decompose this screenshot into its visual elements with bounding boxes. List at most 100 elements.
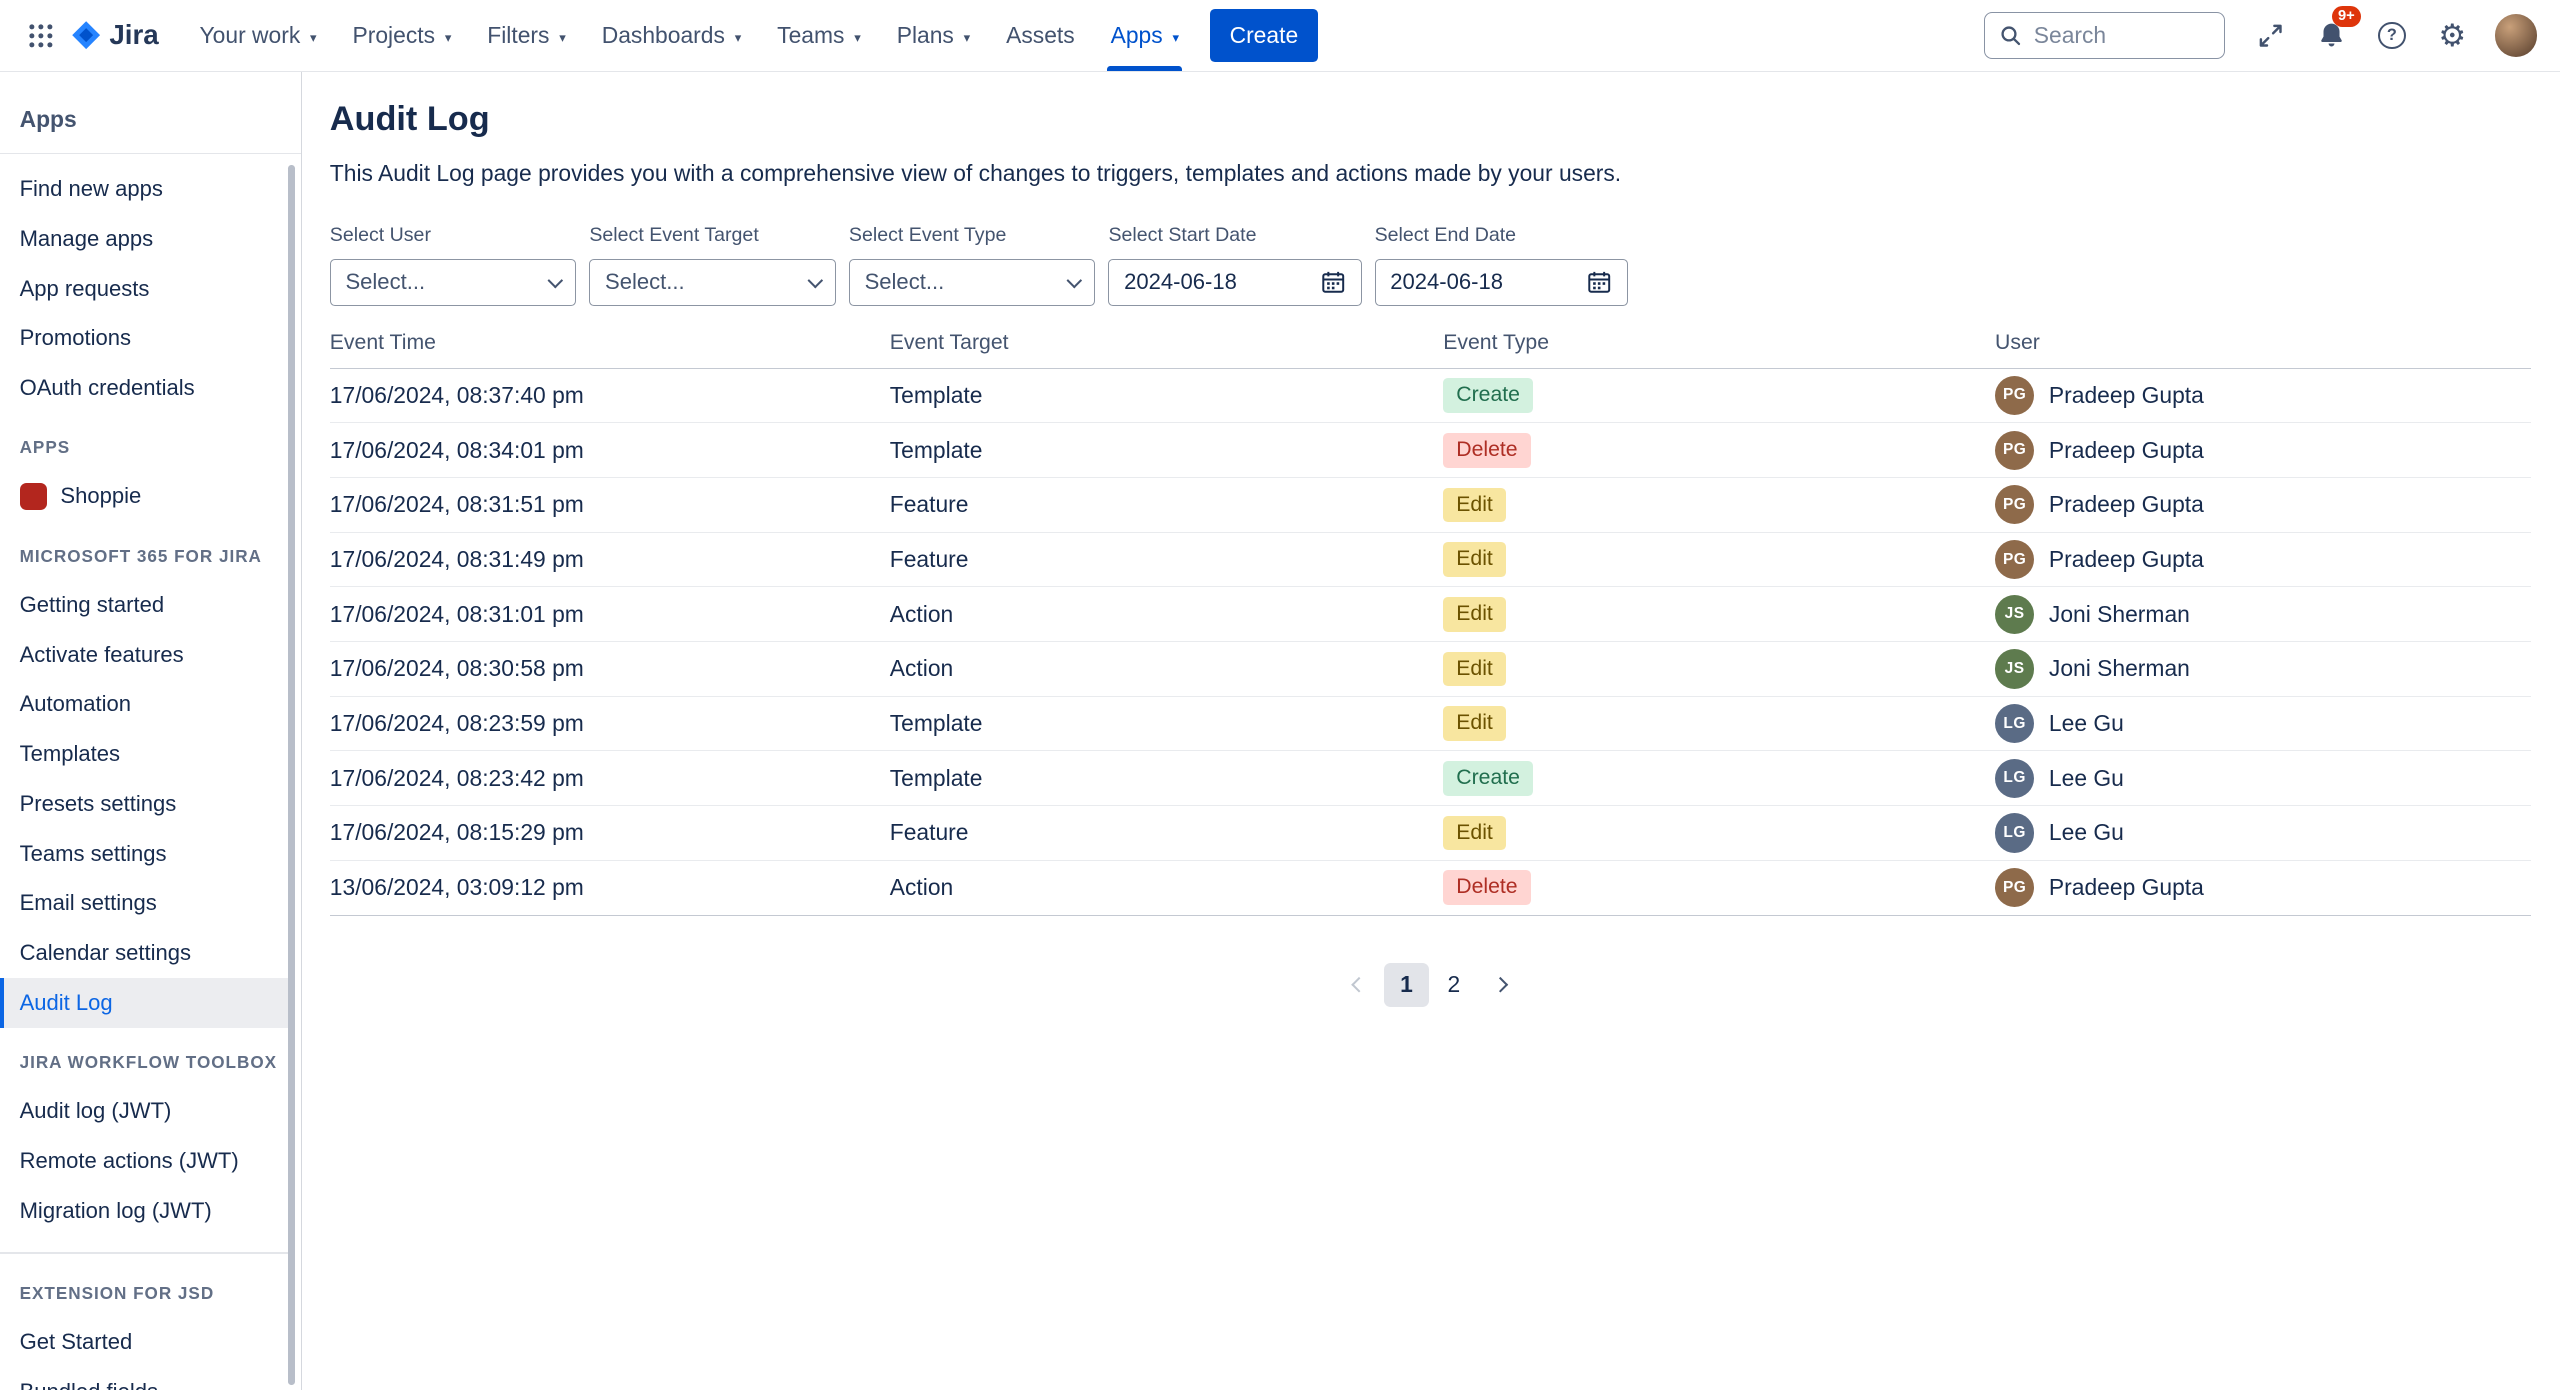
sidebar-section-header-jira-workflow-toolbox: JIRA WORKFLOW TOOLBOX bbox=[0, 1028, 301, 1087]
nav-item-teams[interactable]: Teams▾ bbox=[759, 0, 879, 71]
nav-item-plans[interactable]: Plans▾ bbox=[879, 0, 988, 71]
avatar: PG bbox=[1995, 540, 2034, 579]
table-row: 17/06/2024, 08:31:49 pmFeatureEditPGPrad… bbox=[330, 533, 2531, 588]
page-description: This Audit Log page provides you with a … bbox=[330, 160, 2531, 187]
avatar: PG bbox=[1995, 868, 2034, 907]
nav-item-projects[interactable]: Projects▾ bbox=[335, 0, 470, 71]
search-input[interactable] bbox=[2034, 22, 2210, 49]
select-end-date-field[interactable] bbox=[1375, 259, 1628, 306]
select-event-target-dropdown[interactable]: Select... bbox=[589, 259, 836, 306]
filter-label: Select Event Target bbox=[589, 224, 836, 247]
sidebar-item-label: Getting started bbox=[20, 592, 165, 618]
table-header: Event TimeEvent TargetEvent TypeUser bbox=[330, 331, 2531, 369]
create-button[interactable]: Create bbox=[1210, 9, 1318, 61]
user-cell: LGLee Gu bbox=[1995, 704, 2531, 743]
app-switcher-button[interactable] bbox=[16, 11, 65, 60]
notifications-button[interactable]: 9+ bbox=[2307, 11, 2356, 60]
event-time-cell: 17/06/2024, 08:37:40 pm bbox=[330, 382, 890, 409]
sidebar-scrollbar[interactable] bbox=[288, 165, 295, 1385]
search-box[interactable] bbox=[1984, 12, 2226, 59]
sidebar-item-activate-features[interactable]: Activate features bbox=[0, 630, 288, 680]
sidebar-item-templates[interactable]: Templates bbox=[0, 729, 288, 779]
sidebar-item-label: Email settings bbox=[20, 890, 157, 916]
select-start-date-field[interactable] bbox=[1108, 259, 1361, 306]
select-event-type-dropdown[interactable]: Select... bbox=[849, 259, 1096, 306]
sidebar-item-app-requests[interactable]: App requests bbox=[0, 264, 288, 314]
sidebar-item-oauth-credentials[interactable]: OAuth credentials bbox=[0, 363, 288, 413]
page-title: Audit Log bbox=[330, 100, 2531, 139]
calendar-icon[interactable] bbox=[1587, 270, 1611, 294]
avatar: JS bbox=[1995, 595, 2034, 634]
sidebar-item-presets-settings[interactable]: Presets settings bbox=[0, 779, 288, 829]
select-start-date-input[interactable] bbox=[1124, 269, 1311, 295]
pagination-prev-button[interactable] bbox=[1337, 963, 1381, 1007]
jira-home-link[interactable]: Jira bbox=[69, 18, 159, 52]
gear-icon: ⚙ bbox=[2438, 20, 2466, 51]
primary-nav: Your work▾Projects▾Filters▾Dashboards▾Te… bbox=[182, 0, 1197, 71]
event-target-cell: Template bbox=[890, 437, 1443, 464]
filter-select-end-date: Select End Date bbox=[1375, 224, 1628, 306]
user-cell: JSJoni Sherman bbox=[1995, 649, 2531, 688]
sidebar-item-audit-log[interactable]: Audit Log bbox=[0, 978, 288, 1028]
event-time-cell: 17/06/2024, 08:15:29 pm bbox=[330, 819, 890, 846]
event-type-cell: Delete bbox=[1443, 433, 1995, 468]
event-target-cell: Feature bbox=[890, 546, 1443, 573]
nav-item-filters[interactable]: Filters▾ bbox=[469, 0, 583, 71]
sidebar-section-header-apps: APPS bbox=[0, 413, 301, 472]
sidebar-item-manage-apps[interactable]: Manage apps bbox=[0, 214, 288, 264]
chevron-right-icon bbox=[1493, 977, 1509, 993]
user-name: Pradeep Gupta bbox=[2049, 382, 2204, 409]
filter-select-user: Select User Select... bbox=[330, 224, 577, 306]
help-button[interactable]: ? bbox=[2367, 11, 2416, 60]
user-avatar[interactable] bbox=[2495, 14, 2537, 56]
chevron-down-icon: ▾ bbox=[854, 31, 861, 44]
nav-item-assets[interactable]: Assets bbox=[988, 0, 1092, 71]
sidebar-item-shoppie[interactable]: Shoppie bbox=[0, 472, 288, 522]
sidebar-item-getting-started[interactable]: Getting started bbox=[0, 580, 288, 630]
user-name: Pradeep Gupta bbox=[2049, 491, 2204, 518]
pagination-next-button[interactable] bbox=[1479, 963, 1523, 1007]
screen-capture-button[interactable] bbox=[2247, 11, 2296, 60]
calendar-icon[interactable] bbox=[1321, 270, 1345, 294]
event-target-cell: Feature bbox=[890, 491, 1443, 518]
sidebar-item-label: OAuth credentials bbox=[20, 375, 195, 401]
sidebar-item-label: Find new apps bbox=[20, 176, 163, 202]
sidebar-item-find-new-apps[interactable]: Find new apps bbox=[0, 164, 288, 214]
sidebar-item-bundled-fields[interactable]: Bundled fields bbox=[0, 1367, 288, 1390]
pagination-page-2[interactable]: 2 bbox=[1432, 963, 1476, 1007]
sidebar-item-migration-log-jwt[interactable]: Migration log (JWT) bbox=[0, 1186, 288, 1236]
dropdown-value: Select... bbox=[865, 269, 945, 295]
sidebar-item-promotions[interactable]: Promotions bbox=[0, 313, 288, 363]
chevron-down-icon: ▾ bbox=[735, 31, 742, 44]
column-header-event-target: Event Target bbox=[890, 331, 1443, 355]
nav-item-dashboards[interactable]: Dashboards ▾ bbox=[584, 0, 759, 71]
sidebar-item-calendar-settings[interactable]: Calendar settings bbox=[0, 928, 288, 978]
select-user-dropdown[interactable]: Select... bbox=[330, 259, 577, 306]
settings-button[interactable]: ⚙ bbox=[2428, 11, 2477, 60]
event-time-cell: 17/06/2024, 08:30:58 pm bbox=[330, 655, 890, 682]
sidebar-item-remote-actions-jwt[interactable]: Remote actions (JWT) bbox=[0, 1136, 288, 1186]
nav-item-label: Dashboards bbox=[602, 22, 725, 49]
nav-item-your-work[interactable]: Your work▾ bbox=[182, 0, 335, 71]
sidebar-item-automation[interactable]: Automation bbox=[0, 679, 288, 729]
filter-label: Select User bbox=[330, 224, 577, 247]
event-type-badge: Edit bbox=[1443, 816, 1506, 851]
sidebar-item-get-started[interactable]: Get Started bbox=[0, 1317, 288, 1367]
select-end-date-input[interactable] bbox=[1390, 269, 1577, 295]
event-time-cell: 13/06/2024, 03:09:12 pm bbox=[330, 874, 890, 901]
sidebar-item-teams-settings[interactable]: Teams settings bbox=[0, 829, 288, 879]
sidebar-item-label: Activate features bbox=[20, 642, 184, 668]
sidebar-item-audit-log-jwt[interactable]: Audit log (JWT) bbox=[0, 1086, 288, 1136]
filter-select-event-target: Select Event Target Select... bbox=[589, 224, 836, 306]
pagination-page-1[interactable]: 1 bbox=[1384, 963, 1428, 1007]
divider bbox=[0, 1252, 288, 1254]
chevron-down-icon: ▾ bbox=[1172, 31, 1179, 44]
event-target-cell: Feature bbox=[890, 819, 1443, 846]
user-cell: PGPradeep Gupta bbox=[1995, 431, 2531, 470]
nav-item-label: Filters bbox=[487, 22, 549, 49]
sidebar-title: Apps bbox=[0, 106, 301, 153]
nav-item-apps[interactable]: Apps▾ bbox=[1093, 0, 1197, 71]
user-name: Pradeep Gupta bbox=[2049, 546, 2204, 573]
user-cell: PGPradeep Gupta bbox=[1995, 868, 2531, 907]
sidebar-item-email-settings[interactable]: Email settings bbox=[0, 879, 288, 929]
